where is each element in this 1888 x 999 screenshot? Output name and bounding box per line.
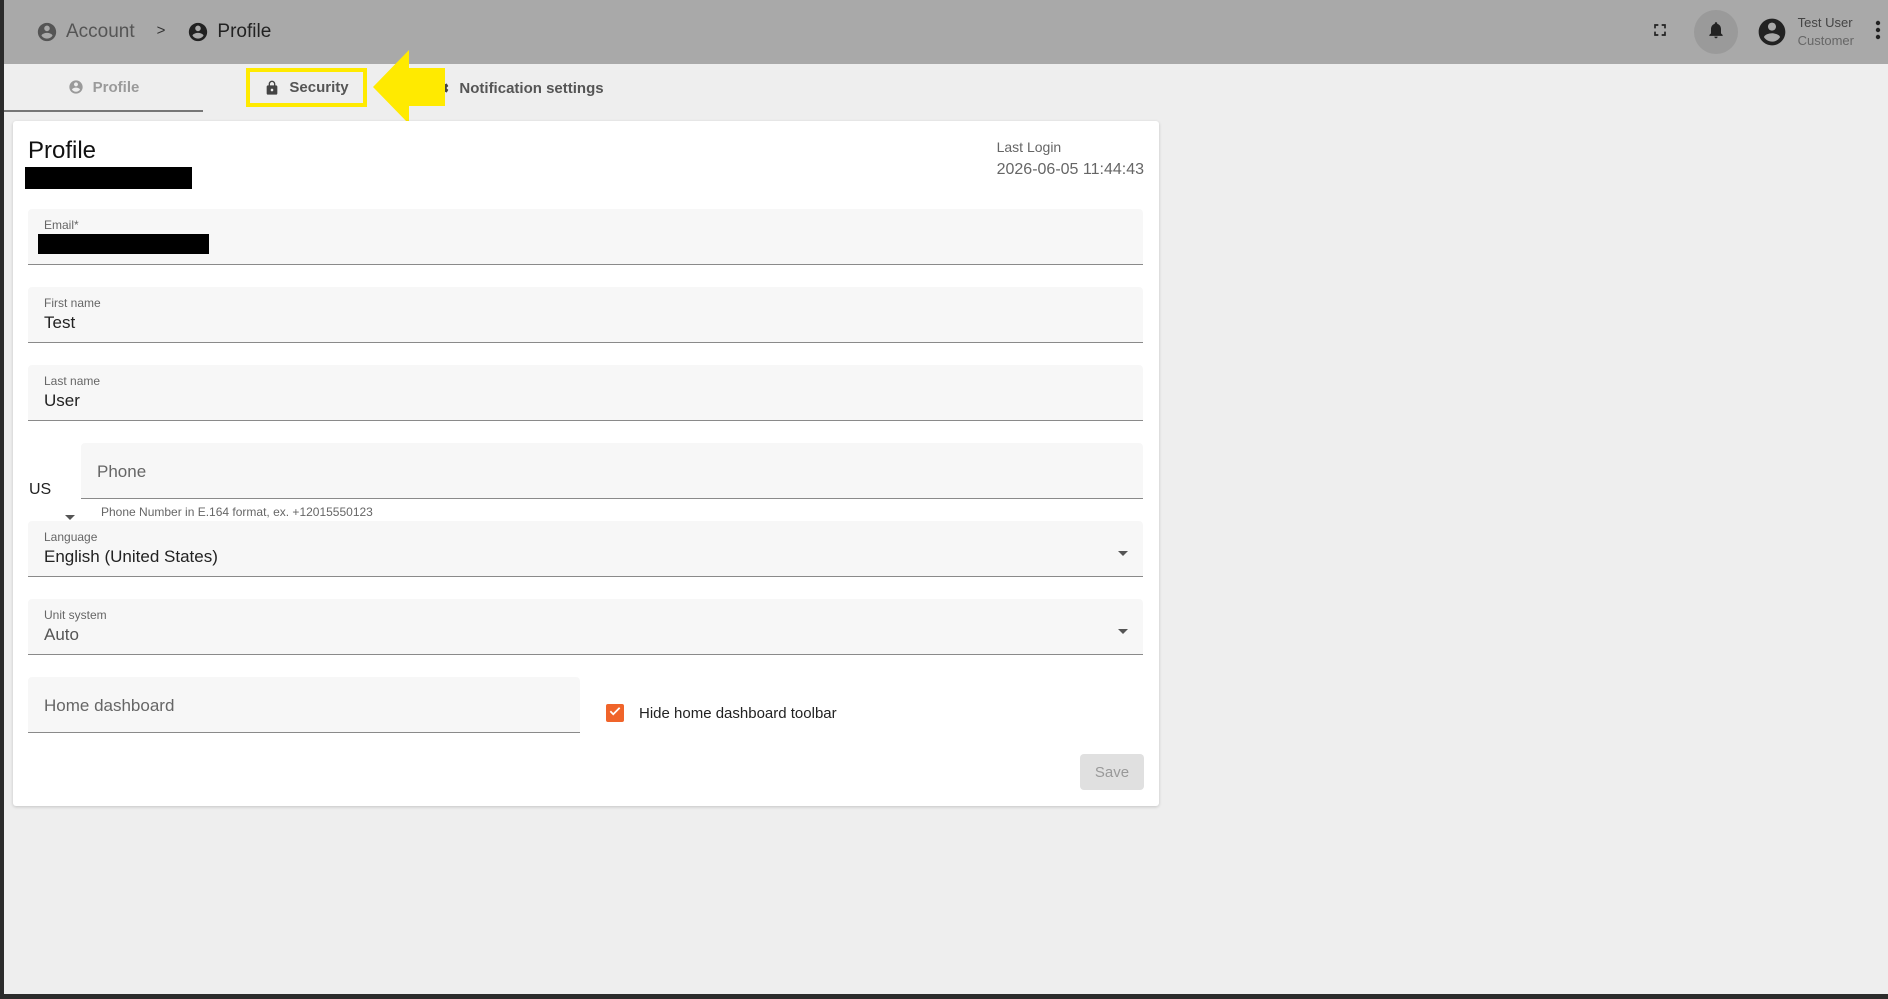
breadcrumb-item-profile: Profile [187, 21, 271, 43]
check-icon [608, 704, 622, 723]
page-title: Profile [28, 137, 97, 164]
unit-system-label: Unit system [44, 608, 107, 622]
phone-placeholder: Phone [97, 462, 147, 481]
last-login-label: Last Login [996, 139, 1062, 155]
last-name-label: Last name [44, 374, 101, 388]
user-info[interactable]: Test User Customer [1798, 14, 1854, 50]
breadcrumb: Account > Profile [36, 21, 271, 43]
profile-card: Profile Last Login 2026-06-05 11:44:43 E… [13, 121, 1159, 806]
annotation-arrow-icon [373, 50, 445, 124]
tab-label: Security [289, 79, 349, 96]
first-name-label: First name [44, 296, 101, 310]
country-code-select[interactable]: US [29, 461, 75, 521]
hide-toolbar-checkbox[interactable] [606, 704, 624, 722]
last-login: Last Login 2026-06-05 11:44:43 [997, 139, 1144, 179]
account-circle-icon [187, 21, 209, 43]
lock-icon [264, 80, 280, 96]
home-dashboard-field[interactable]: Home dashboard [28, 677, 580, 733]
hide-toolbar-option[interactable]: Hide home dashboard toolbar [606, 704, 837, 722]
first-name-value: Test [44, 313, 76, 332]
notifications-button[interactable] [1693, 10, 1738, 54]
tab-notification-settings[interactable]: Notification settings [434, 64, 604, 112]
user-role: Customer [1797, 33, 1854, 48]
app-frame: Account > Profile Test User Customer Pro… [4, 0, 1888, 994]
unit-system-value: Auto [44, 625, 79, 644]
breadcrumb-item-account[interactable]: Account [36, 21, 135, 43]
email-label: Email* [44, 218, 79, 232]
top-bar: Account > Profile Test User Customer [4, 0, 1888, 64]
redacted-email [38, 234, 209, 254]
language-label: Language [44, 530, 98, 544]
user-name: Test User [1797, 15, 1853, 30]
breadcrumb-label: Account [66, 21, 135, 42]
unit-system-select[interactable]: Unit system Auto [28, 599, 1143, 655]
tab-security[interactable]: Security [246, 68, 367, 107]
fullscreen-icon [1650, 20, 1670, 45]
last-name-field[interactable]: Last name User [28, 365, 1143, 421]
language-value: English (United States) [44, 547, 218, 566]
phone-field[interactable]: Phone [81, 443, 1143, 499]
top-actions: Test User Customer [1646, 0, 1888, 64]
tab-bar: Profile Security Notification settings [4, 64, 604, 112]
save-button[interactable]: Save [1080, 754, 1144, 790]
last-name-value: User [44, 391, 80, 410]
more-menu-button[interactable] [1868, 17, 1888, 47]
chevron-down-icon [1117, 623, 1129, 641]
more-vert-icon [1874, 19, 1882, 46]
breadcrumb-label: Profile [217, 21, 272, 42]
user-avatar[interactable] [1756, 16, 1788, 48]
home-dashboard-placeholder: Home dashboard [44, 696, 175, 715]
email-field[interactable]: Email* [28, 209, 1143, 265]
account-circle-icon [1756, 16, 1788, 48]
phone-hint: Phone Number in E.164 format, ex. +12015… [101, 505, 373, 519]
bell-icon [1706, 20, 1726, 45]
tab-label: Notification settings [459, 79, 604, 97]
language-select[interactable]: Language English (United States) [28, 521, 1143, 577]
fullscreen-button[interactable] [1646, 18, 1674, 46]
hide-toolbar-label: Hide home dashboard toolbar [639, 704, 837, 722]
tab-label: Profile [92, 78, 140, 96]
account-circle-icon [68, 79, 84, 95]
last-login-value: 2026-06-05 11:44:43 [996, 161, 1144, 178]
account-circle-icon [36, 21, 58, 43]
redacted-block [25, 167, 192, 189]
tab-profile[interactable]: Profile [4, 64, 203, 112]
breadcrumb-separator: > [156, 21, 166, 39]
chevron-down-icon [1117, 545, 1129, 563]
first-name-field[interactable]: First name Test [28, 287, 1143, 343]
country-code-value: US [29, 481, 52, 498]
